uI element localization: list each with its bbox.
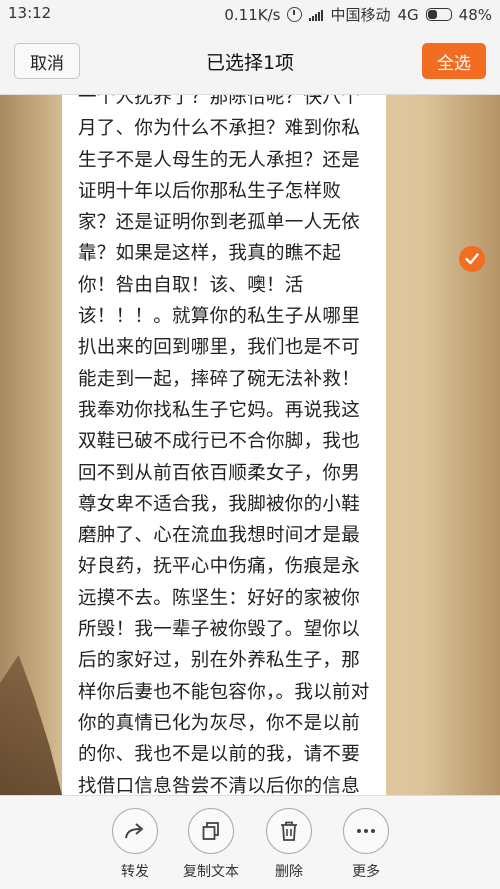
selection-header: 取消 已选择1项 全选 (0, 28, 500, 95)
signal-icon (309, 9, 324, 21)
alarm-icon (287, 7, 303, 22)
more-label: 更多 (352, 864, 380, 880)
battery-percent: 48% (458, 5, 492, 24)
delete-action[interactable]: 删除 (249, 808, 329, 881)
message-area[interactable]: 一个人抚养了？那陈恰呢？快八个月了、你为什么不承担？难到你私生子不是人母生的无人… (0, 95, 500, 795)
battery-icon (425, 8, 452, 21)
network-type: 4G (397, 5, 419, 24)
copy-text-label: 复制文本 (183, 864, 239, 880)
status-time: 13:12 (8, 4, 52, 22)
copy-icon[interactable] (188, 808, 234, 854)
background-tower-image (0, 655, 62, 795)
copy-text-action[interactable]: 复制文本 (171, 808, 251, 881)
more-icon[interactable] (343, 808, 389, 854)
select-all-button[interactable]: 全选 (422, 43, 486, 79)
message-text: 一个人抚养了？那陈恰呢？快八个月了、你为什么不承担？难到你私生子不是人母生的无人… (78, 95, 370, 795)
selected-check-icon[interactable] (459, 246, 485, 272)
forward-action[interactable]: 转发 (95, 808, 175, 881)
status-indicators: 0.11K/s 中国移动 4G 48% (224, 4, 492, 25)
delete-label: 删除 (275, 864, 303, 880)
carrier-name: 中国移动 (330, 6, 391, 24)
battery-fill (427, 10, 438, 19)
forward-label: 转发 (121, 864, 149, 880)
network-speed: 0.11K/s (224, 5, 281, 24)
forward-icon[interactable] (112, 808, 158, 854)
status-bar: 13:12 0.11K/s 中国移动 4G 48% (0, 0, 500, 28)
message-bubble[interactable]: 一个人抚养了？那陈恰呢？快八个月了、你为什么不承担？难到你私生子不是人母生的无人… (62, 95, 386, 795)
action-bar: 转发 复制文本 删除 更多 (0, 795, 500, 889)
more-action[interactable]: 更多 (326, 808, 406, 881)
trash-icon[interactable] (266, 808, 312, 854)
